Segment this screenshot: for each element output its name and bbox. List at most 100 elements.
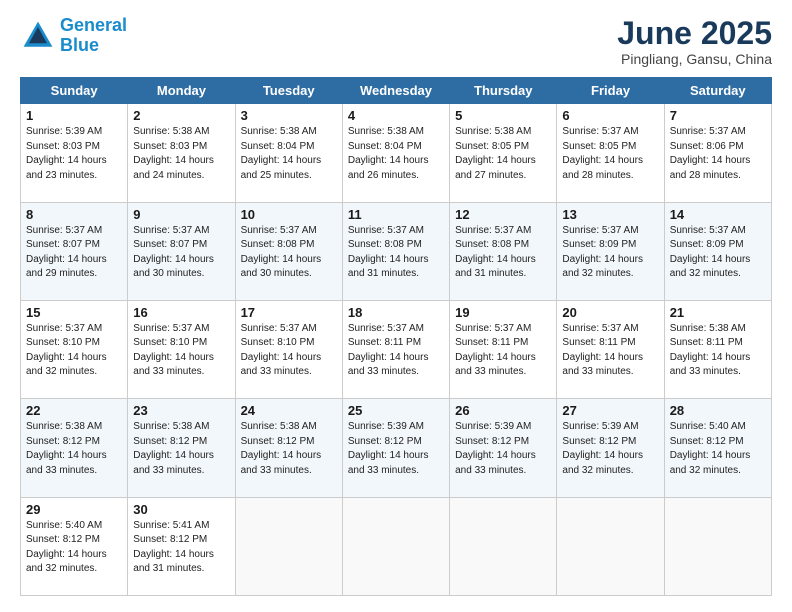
day-info: Sunrise: 5:37 AM Sunset: 8:10 PM Dayligh… <box>241 322 337 380</box>
day-number: 4 <box>348 108 444 123</box>
day-number: 8 <box>26 207 122 222</box>
calendar-cell: 28Sunrise: 5:40 AM Sunset: 8:12 PM Dayli… <box>664 399 771 497</box>
day-info: Sunrise: 5:38 AM Sunset: 8:04 PM Dayligh… <box>241 125 337 183</box>
logo-icon <box>20 18 56 54</box>
day-number: 11 <box>348 207 444 222</box>
calendar-cell: 1Sunrise: 5:39 AM Sunset: 8:03 PM Daylig… <box>21 104 128 202</box>
day-info: Sunrise: 5:38 AM Sunset: 8:05 PM Dayligh… <box>455 125 551 183</box>
calendar-cell: 30 Sunrise: 5:41 AM Sunset: 8:12 PM Dayli… <box>128 497 235 595</box>
day-number: 25 <box>348 403 444 418</box>
month-title: June 2025 <box>617 16 772 51</box>
calendar-cell: 25 Sunrise: 5:39 AM Sunset: 8:12 PM Dayli… <box>342 399 449 497</box>
logo: General Blue <box>20 16 127 56</box>
day-number: 17 <box>241 305 337 320</box>
day-number: 15 <box>26 305 122 320</box>
calendar-cell: 3 Sunrise: 5:38 AM Sunset: 8:04 PM Daylig… <box>235 104 342 202</box>
calendar-cell: 18Sunrise: 5:37 AM Sunset: 8:11 PM Dayli… <box>342 300 449 398</box>
day-info: Sunrise: 5:38 AM Sunset: 8:12 PM Dayligh… <box>133 420 229 478</box>
day-number: 30 <box>133 502 229 517</box>
header-saturday: Saturday <box>664 78 771 104</box>
day-info: Sunrise: 5:37 AM Sunset: 8:11 PM Dayligh… <box>562 322 658 380</box>
calendar-row-0: 1Sunrise: 5:39 AM Sunset: 8:03 PM Daylig… <box>21 104 772 202</box>
day-info: Sunrise: 5:40 AM Sunset: 8:12 PM Dayligh… <box>26 519 122 577</box>
day-number: 7 <box>670 108 766 123</box>
day-number: 23 <box>133 403 229 418</box>
day-info: Sunrise: 5:37 AM Sunset: 8:10 PM Dayligh… <box>133 322 229 380</box>
calendar-cell: 22 Sunrise: 5:38 AM Sunset: 8:12 PM Dayli… <box>21 399 128 497</box>
calendar-cell: 29Sunrise: 5:40 AM Sunset: 8:12 PM Dayli… <box>21 497 128 595</box>
calendar-cell: 19 Sunrise: 5:37 AM Sunset: 8:11 PM Dayli… <box>450 300 557 398</box>
calendar-cell: 12 Sunrise: 5:37 AM Sunset: 8:08 PM Dayli… <box>450 202 557 300</box>
day-info: Sunrise: 5:38 AM Sunset: 8:04 PM Dayligh… <box>348 125 444 183</box>
day-number: 22 <box>26 403 122 418</box>
calendar-cell: 2Sunrise: 5:38 AM Sunset: 8:03 PM Daylig… <box>128 104 235 202</box>
header-sunday: Sunday <box>21 78 128 104</box>
day-number: 10 <box>241 207 337 222</box>
calendar-row-2: 15 Sunrise: 5:37 AM Sunset: 8:10 PM Dayli… <box>21 300 772 398</box>
day-info: Sunrise: 5:39 AM Sunset: 8:12 PM Dayligh… <box>455 420 551 478</box>
day-number: 5 <box>455 108 551 123</box>
calendar-cell: 14Sunrise: 5:37 AM Sunset: 8:09 PM Dayli… <box>664 202 771 300</box>
calendar-cell <box>557 497 664 595</box>
day-number: 13 <box>562 207 658 222</box>
logo-text: General Blue <box>60 16 127 56</box>
header-friday: Friday <box>557 78 664 104</box>
day-number: 9 <box>133 207 229 222</box>
day-info: Sunrise: 5:39 AM Sunset: 8:12 PM Dayligh… <box>562 420 658 478</box>
header-thursday: Thursday <box>450 78 557 104</box>
calendar-cell: 4 Sunrise: 5:38 AM Sunset: 8:04 PM Daylig… <box>342 104 449 202</box>
day-info: Sunrise: 5:37 AM Sunset: 8:11 PM Dayligh… <box>455 322 551 380</box>
day-info: Sunrise: 5:41 AM Sunset: 8:12 PM Dayligh… <box>133 519 229 577</box>
calendar-cell: 26 Sunrise: 5:39 AM Sunset: 8:12 PM Dayli… <box>450 399 557 497</box>
day-info: Sunrise: 5:37 AM Sunset: 8:09 PM Dayligh… <box>562 224 658 282</box>
calendar-cell: 7 Sunrise: 5:37 AM Sunset: 8:06 PM Daylig… <box>664 104 771 202</box>
calendar-cell: 5 Sunrise: 5:38 AM Sunset: 8:05 PM Daylig… <box>450 104 557 202</box>
calendar-cell <box>664 497 771 595</box>
calendar-cell: 10Sunrise: 5:37 AM Sunset: 8:08 PM Dayli… <box>235 202 342 300</box>
day-number: 26 <box>455 403 551 418</box>
day-number: 3 <box>241 108 337 123</box>
calendar-cell: 16 Sunrise: 5:37 AM Sunset: 8:10 PM Dayli… <box>128 300 235 398</box>
logo-line1: General <box>60 15 127 35</box>
day-number: 20 <box>562 305 658 320</box>
day-number: 14 <box>670 207 766 222</box>
day-info: Sunrise: 5:37 AM Sunset: 8:07 PM Dayligh… <box>133 224 229 282</box>
calendar-body: 1Sunrise: 5:39 AM Sunset: 8:03 PM Daylig… <box>21 104 772 596</box>
page: General Blue June 2025 Pingliang, Gansu,… <box>0 0 792 612</box>
logo-line2: Blue <box>60 35 99 55</box>
day-number: 27 <box>562 403 658 418</box>
day-info: Sunrise: 5:37 AM Sunset: 8:10 PM Dayligh… <box>26 322 122 380</box>
calendar-cell: 23 Sunrise: 5:38 AM Sunset: 8:12 PM Dayli… <box>128 399 235 497</box>
day-number: 12 <box>455 207 551 222</box>
day-info: Sunrise: 5:40 AM Sunset: 8:12 PM Dayligh… <box>670 420 766 478</box>
calendar-cell: 15 Sunrise: 5:37 AM Sunset: 8:10 PM Dayli… <box>21 300 128 398</box>
day-number: 21 <box>670 305 766 320</box>
day-info: Sunrise: 5:38 AM Sunset: 8:12 PM Dayligh… <box>241 420 337 478</box>
day-info: Sunrise: 5:38 AM Sunset: 8:12 PM Dayligh… <box>26 420 122 478</box>
calendar-cell: 17 Sunrise: 5:37 AM Sunset: 8:10 PM Dayli… <box>235 300 342 398</box>
header-wednesday: Wednesday <box>342 78 449 104</box>
day-info: Sunrise: 5:37 AM Sunset: 8:06 PM Dayligh… <box>670 125 766 183</box>
calendar-cell: 8Sunrise: 5:37 AM Sunset: 8:07 PM Daylig… <box>21 202 128 300</box>
calendar-row-1: 8 Sunrise: 5:37 AM Sunset: 8:07 PM Daylig… <box>21 202 772 300</box>
calendar-cell: 13 Sunrise: 5:37 AM Sunset: 8:09 PM Dayli… <box>557 202 664 300</box>
calendar-cell: 6Sunrise: 5:37 AM Sunset: 8:05 PM Daylig… <box>557 104 664 202</box>
day-info: Sunrise: 5:39 AM Sunset: 8:12 PM Dayligh… <box>348 420 444 478</box>
day-number: 24 <box>241 403 337 418</box>
day-info: Sunrise: 5:37 AM Sunset: 8:08 PM Dayligh… <box>348 224 444 282</box>
day-info: Sunrise: 5:37 AM Sunset: 8:08 PM Dayligh… <box>455 224 551 282</box>
day-number: 6 <box>562 108 658 123</box>
header-row: Sunday Monday Tuesday Wednesday Thursday… <box>21 78 772 104</box>
calendar-cell <box>450 497 557 595</box>
calendar-row-3: 22 Sunrise: 5:38 AM Sunset: 8:12 PM Dayli… <box>21 399 772 497</box>
calendar-cell: 27 Sunrise: 5:39 AM Sunset: 8:12 PM Dayli… <box>557 399 664 497</box>
day-number: 19 <box>455 305 551 320</box>
calendar-cell: 21 Sunrise: 5:38 AM Sunset: 8:11 PM Dayli… <box>664 300 771 398</box>
day-number: 2 <box>133 108 229 123</box>
day-info: Sunrise: 5:38 AM Sunset: 8:11 PM Dayligh… <box>670 322 766 380</box>
day-number: 16 <box>133 305 229 320</box>
calendar-cell: 24 Sunrise: 5:38 AM Sunset: 8:12 PM Dayli… <box>235 399 342 497</box>
calendar-row-4: 29Sunrise: 5:40 AM Sunset: 8:12 PM Dayli… <box>21 497 772 595</box>
header-monday: Monday <box>128 78 235 104</box>
header: General Blue June 2025 Pingliang, Gansu,… <box>20 16 772 67</box>
